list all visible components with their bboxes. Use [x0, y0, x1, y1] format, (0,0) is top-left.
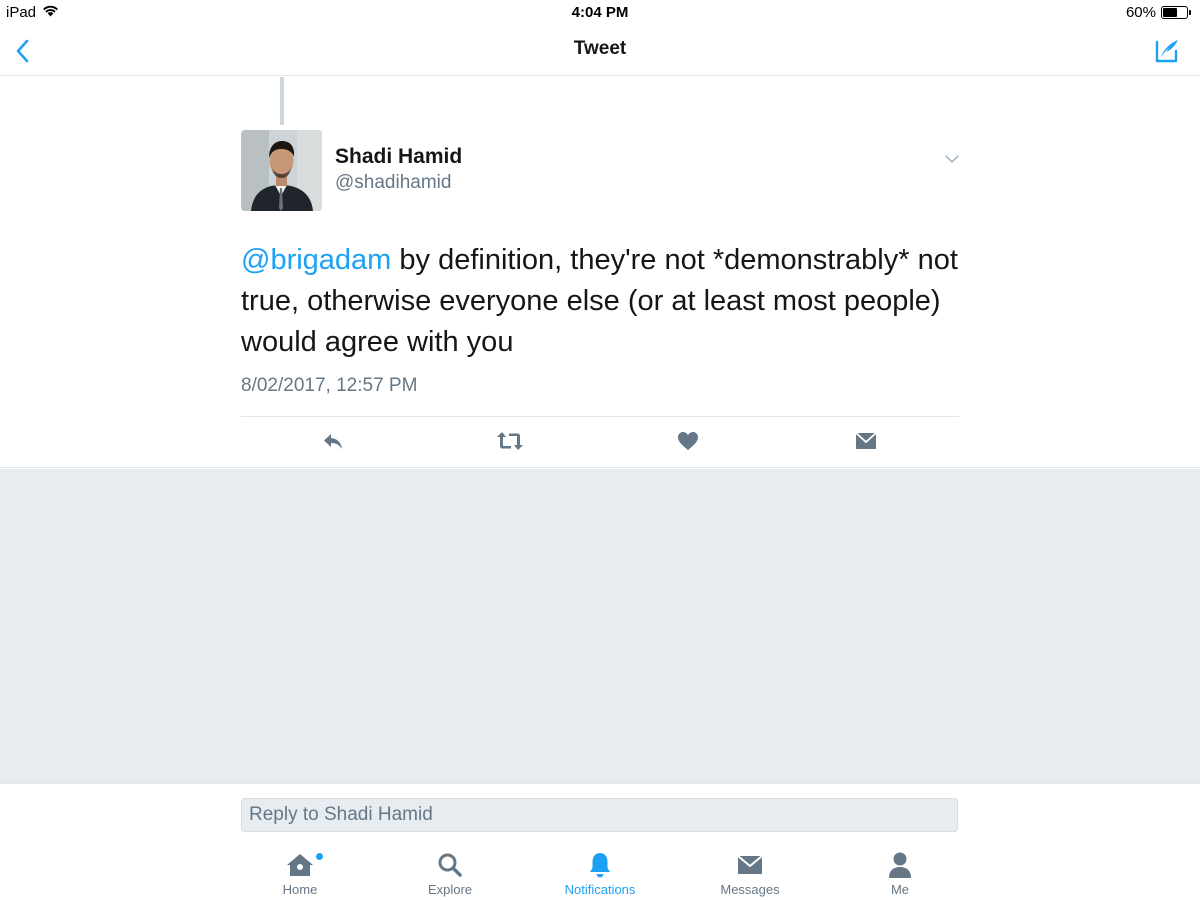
notification-dot [316, 853, 323, 860]
author-name[interactable]: Shadi Hamid [335, 145, 462, 169]
tab-notifications[interactable]: Notifications [545, 851, 655, 899]
tab-notifications-icon-wrap [545, 851, 655, 879]
tab-messages-label: Messages [720, 882, 780, 897]
reply-input[interactable]: Reply to Shadi Hamid [241, 798, 958, 832]
envelope-icon [855, 432, 877, 449]
empty-area [0, 469, 1200, 783]
tab-me-label: Me [890, 882, 910, 897]
retweet-icon [497, 432, 523, 450]
tab-home-label: Home [282, 882, 318, 897]
divider [241, 416, 959, 417]
battery-percent: 60% [1125, 4, 1156, 21]
author-handle[interactable]: @shadihamid [335, 172, 451, 194]
tab-notifications-label: Notifications [564, 882, 636, 897]
status-time: 4:04 PM [571, 4, 629, 21]
chevron-down-icon [945, 155, 959, 164]
tweet-text: @brigadam by definition, they're not *de… [241, 240, 961, 363]
tab-home[interactable]: Home [245, 851, 355, 899]
tab-me[interactable]: Me [845, 851, 955, 899]
thread-line [280, 77, 284, 125]
tweet-options-button[interactable] [944, 151, 962, 165]
tab-explore[interactable]: Explore [395, 851, 505, 899]
tab-explore-icon-wrap [395, 851, 505, 879]
reply-button[interactable] [318, 429, 348, 453]
heart-icon [678, 432, 698, 450]
page-title: Tweet [573, 38, 627, 59]
compose-tweet-button[interactable] [1150, 34, 1184, 68]
search-icon [438, 853, 462, 877]
profile-photo [241, 130, 322, 211]
bottom-bar: Reply to Shadi Hamid Home Explore Notifi… [0, 783, 1200, 900]
tab-explore-label: Explore [427, 882, 473, 897]
tab-me-icon-wrap [845, 851, 955, 879]
tab-home-icon-wrap [245, 851, 355, 879]
battery-icon [1161, 6, 1191, 19]
battery-fill [1163, 8, 1177, 17]
retweet-button[interactable] [495, 429, 525, 453]
tweet-detail: Shadi Hamid @shadihamid @brigadam by def… [0, 77, 1200, 468]
status-bar: iPad 4:04 PM 60% [0, 0, 1200, 26]
status-right: 60% [1125, 4, 1191, 21]
person-icon [889, 852, 911, 878]
avatar[interactable] [241, 130, 322, 211]
tweet-timestamp: 8/02/2017, 12:57 PM [241, 375, 418, 396]
tab-messages-icon-wrap [695, 851, 805, 879]
reply-icon [324, 434, 342, 449]
home-icon [287, 854, 313, 876]
mention-link[interactable]: @brigadam [241, 244, 391, 276]
envelope-icon [737, 855, 763, 874]
tab-messages[interactable]: Messages [695, 851, 805, 899]
nav-bar: Tweet [0, 26, 1200, 76]
direct-message-button[interactable] [851, 429, 881, 453]
like-button[interactable] [673, 429, 703, 453]
bell-icon [590, 853, 610, 878]
compose-icon [1155, 40, 1178, 63]
